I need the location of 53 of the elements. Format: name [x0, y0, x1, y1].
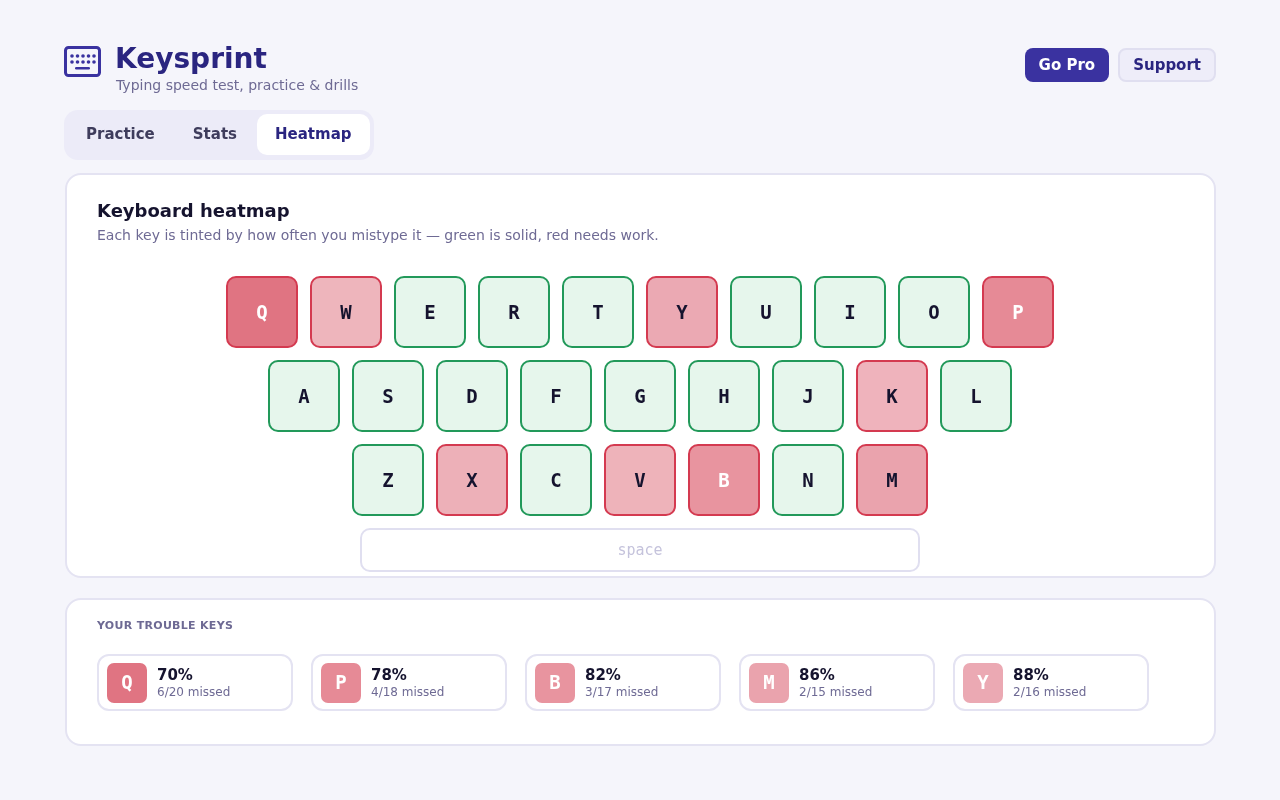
tab[interactable]: Stats — [174, 114, 255, 155]
key: L — [940, 360, 1012, 432]
missed-count: 6/20 missed — [157, 684, 231, 700]
key: U — [730, 276, 802, 348]
key: D — [436, 360, 508, 432]
key: S — [352, 360, 424, 432]
key-swatch: P — [321, 662, 361, 703]
key: O — [898, 276, 970, 348]
key: H — [688, 360, 760, 432]
key-swatch: Q — [107, 662, 147, 703]
miss-score: 86% — [799, 665, 836, 684]
miss-score: 82% — [585, 665, 622, 684]
tab[interactable]: Heatmap — [257, 114, 370, 155]
key: Z — [352, 444, 424, 516]
key: W — [310, 276, 382, 348]
section-label: YOUR TROUBLE KEYS — [97, 618, 235, 634]
app-subtitle: Typing speed test, practice & drills — [116, 76, 359, 94]
key: A — [268, 360, 340, 432]
upgrade-button[interactable]: Go Pro — [1024, 48, 1110, 82]
key: B — [688, 444, 760, 516]
missed-count: 4/18 missed — [371, 684, 445, 700]
key: Y — [646, 276, 718, 348]
app-title: Keysprint — [115, 44, 268, 74]
key: C — [520, 444, 592, 516]
key: M — [856, 444, 928, 516]
key: K — [856, 360, 928, 432]
key: P — [982, 276, 1054, 348]
key: I — [814, 276, 886, 348]
section-description: Each key is tinted by how often you mistype it — green is solid, red needs work. — [97, 226, 660, 244]
key: V — [604, 444, 676, 516]
miss-score: 70% — [157, 665, 194, 684]
key: T — [562, 276, 634, 348]
missed-count: 2/15 missed — [799, 684, 873, 700]
miss-score: 78% — [371, 665, 408, 684]
tab[interactable]: Practice — [68, 114, 173, 155]
space-key: space — [360, 528, 920, 572]
key: R — [478, 276, 550, 348]
keyboard-icon — [64, 46, 101, 77]
section-title: Keyboard heatmap — [97, 199, 291, 223]
key: Q — [226, 276, 298, 348]
key: N — [772, 444, 844, 516]
key: G — [604, 360, 676, 432]
key-swatch: M — [749, 662, 789, 703]
missed-count: 2/16 missed — [1013, 684, 1087, 700]
support-button[interactable]: Support — [1118, 48, 1216, 82]
key: F — [520, 360, 592, 432]
missed-count: 3/17 missed — [585, 684, 659, 700]
key: E — [394, 276, 466, 348]
miss-score: 88% — [1013, 665, 1050, 684]
key-swatch: Y — [963, 662, 1003, 703]
key-swatch: B — [535, 662, 575, 703]
key: X — [436, 444, 508, 516]
key: J — [772, 360, 844, 432]
